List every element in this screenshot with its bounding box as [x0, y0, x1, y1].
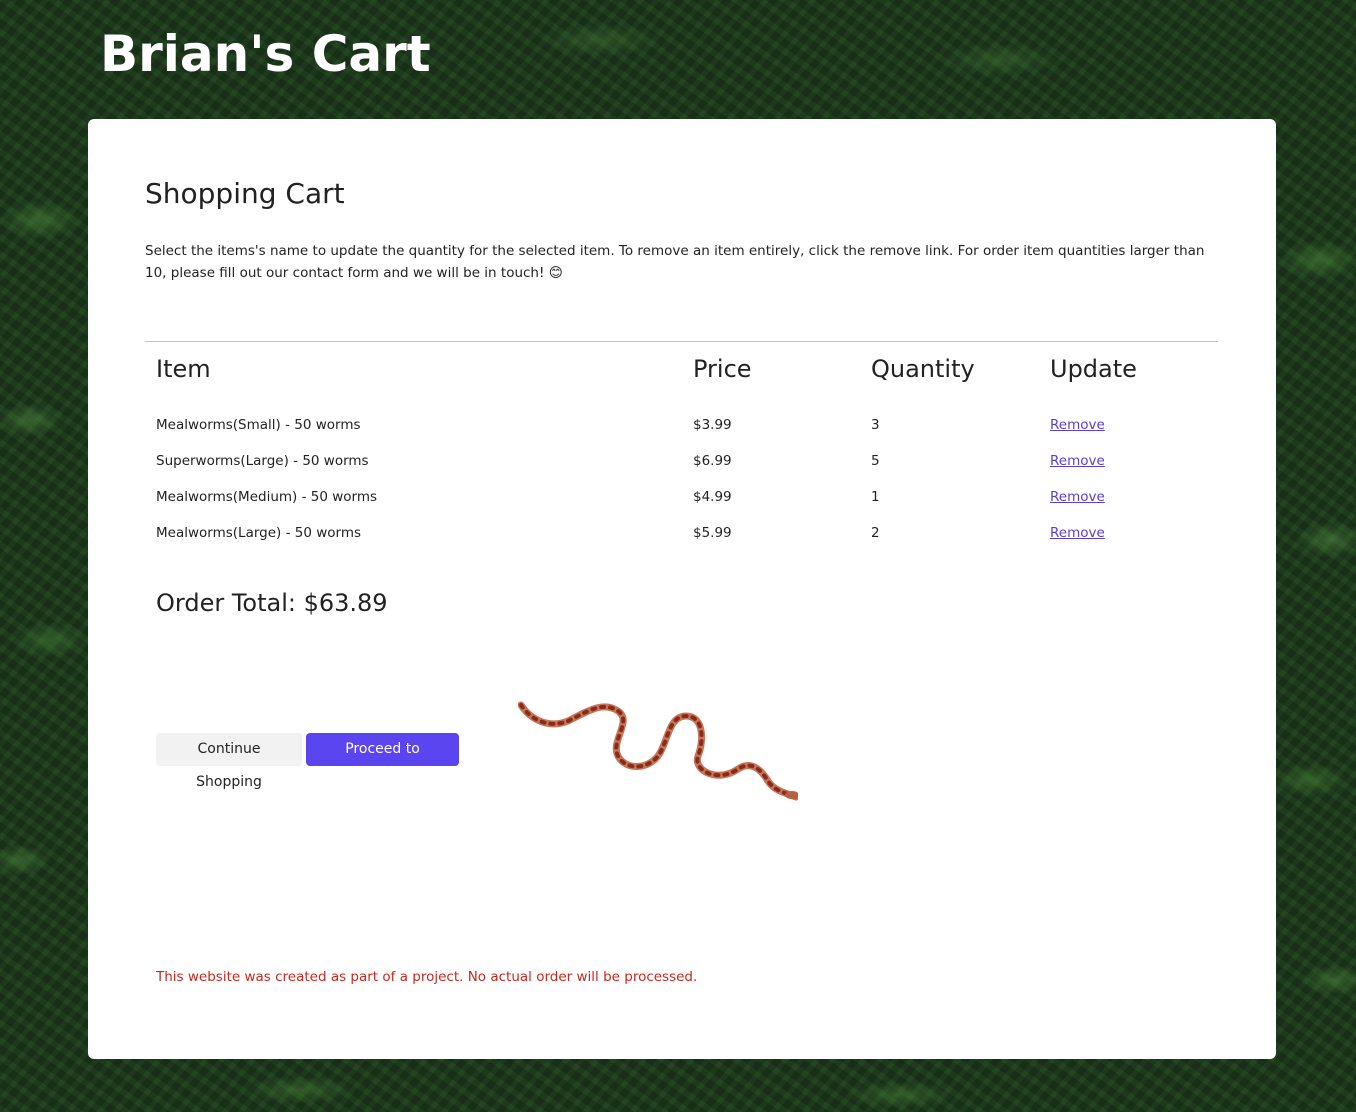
item-quantity: 5: [871, 453, 880, 469]
page-title: Shopping Cart: [145, 177, 345, 210]
continue-shopping-button[interactable]: Continue Shopping: [156, 733, 302, 790]
item-name-link[interactable]: Mealworms(Large) - 50 worms: [156, 525, 361, 541]
item-name-link[interactable]: Mealworms(Medium) - 50 worms: [156, 489, 377, 505]
remove-link[interactable]: Remove: [1050, 489, 1105, 505]
item-price: $4.99: [693, 489, 732, 505]
snake-image: [518, 701, 798, 801]
order-total: Order Total: $63.89: [156, 589, 388, 617]
item-price: $3.99: [693, 417, 732, 433]
disclaimer-text: This website was created as part of a pr…: [156, 969, 698, 985]
divider: [145, 341, 1218, 342]
column-header-item: Item: [156, 355, 211, 383]
item-price: $5.99: [693, 525, 732, 541]
brand-logo[interactable]: Brian's Cart: [100, 22, 431, 86]
item-price: $6.99: [693, 453, 732, 469]
cart-panel: Shopping Cart Select the items's name to…: [88, 119, 1276, 1059]
remove-link[interactable]: Remove: [1050, 453, 1105, 469]
item-name-link[interactable]: Superworms(Large) - 50 worms: [156, 453, 369, 469]
item-quantity: 1: [871, 489, 880, 505]
column-header-quantity: Quantity: [871, 355, 975, 383]
remove-link[interactable]: Remove: [1050, 417, 1105, 433]
item-quantity: 2: [871, 525, 880, 541]
remove-link[interactable]: Remove: [1050, 525, 1105, 541]
column-header-price: Price: [693, 355, 752, 383]
item-name-link[interactable]: Mealworms(Small) - 50 worms: [156, 417, 361, 433]
proceed-to-shipping-button[interactable]: Proceed to Shipping: [306, 733, 459, 790]
item-quantity: 3: [871, 417, 880, 433]
cart-instructions: Select the items's name to update the qu…: [145, 243, 1205, 281]
column-header-update: Update: [1050, 355, 1137, 383]
